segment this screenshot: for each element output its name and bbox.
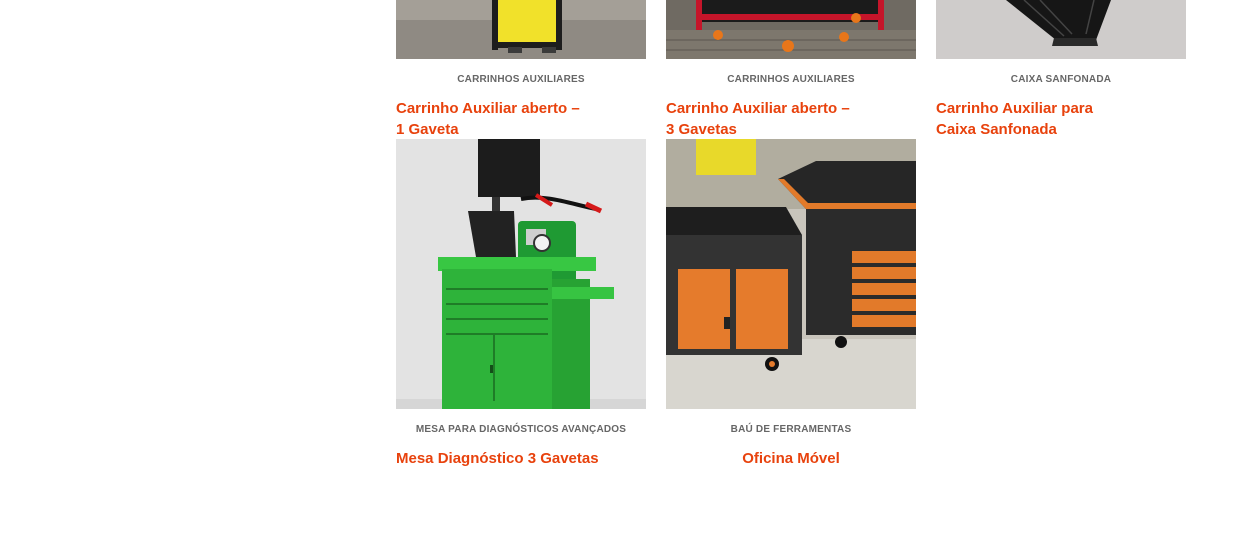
product-card[interactable]: MESA PARA DIAGNÓSTICOS AVANÇADOS Mesa Di…	[396, 139, 646, 479]
product-title-line[interactable]: 1 Gaveta	[396, 119, 626, 140]
product-image-red-cart[interactable]	[666, 0, 916, 59]
product-card[interactable]: CAIXA SANFONADA Carrinho Auxiliar para C…	[936, 0, 1186, 140]
product-title-line[interactable]: Carrinho Auxiliar aberto –	[396, 98, 626, 119]
product-title[interactable]: Carrinho Auxiliar para Caixa Sanfonada	[936, 98, 1166, 140]
product-image-green-cabinet[interactable]	[396, 139, 646, 409]
product-title[interactable]: Oficina Móvel	[666, 448, 916, 469]
product-category[interactable]: BAÚ DE FERRAMENTAS	[666, 424, 916, 435]
product-image-orange-toolbox[interactable]	[666, 139, 916, 409]
product-category[interactable]: CARRINHOS AUXILIARES	[396, 74, 646, 85]
product-category[interactable]: MESA PARA DIAGNÓSTICOS AVANÇADOS	[396, 424, 646, 435]
product-title-line[interactable]: 3 Gavetas	[666, 119, 896, 140]
product-title-line[interactable]: Carrinho Auxiliar para	[936, 98, 1166, 119]
product-card[interactable]: CARRINHOS AUXILIARES Carrinho Auxiliar a…	[666, 0, 916, 140]
product-image-yellow-cart[interactable]	[396, 0, 646, 59]
product-title-line[interactable]: Caixa Sanfonada	[936, 119, 1166, 140]
product-title[interactable]: Mesa Diagnóstico 3 Gavetas	[396, 448, 646, 469]
product-image-black-cart[interactable]	[936, 0, 1186, 59]
product-title[interactable]: Carrinho Auxiliar aberto – 1 Gaveta	[396, 98, 626, 140]
product-category[interactable]: CAIXA SANFONADA	[936, 74, 1186, 85]
product-title[interactable]: Carrinho Auxiliar aberto – 3 Gavetas	[666, 98, 896, 140]
product-title-line[interactable]: Carrinho Auxiliar aberto –	[666, 98, 896, 119]
product-card[interactable]: CARRINHOS AUXILIARES Carrinho Auxiliar a…	[396, 0, 646, 140]
product-category[interactable]: CARRINHOS AUXILIARES	[666, 74, 916, 85]
product-card[interactable]: BAÚ DE FERRAMENTAS Oficina Móvel	[666, 139, 916, 479]
